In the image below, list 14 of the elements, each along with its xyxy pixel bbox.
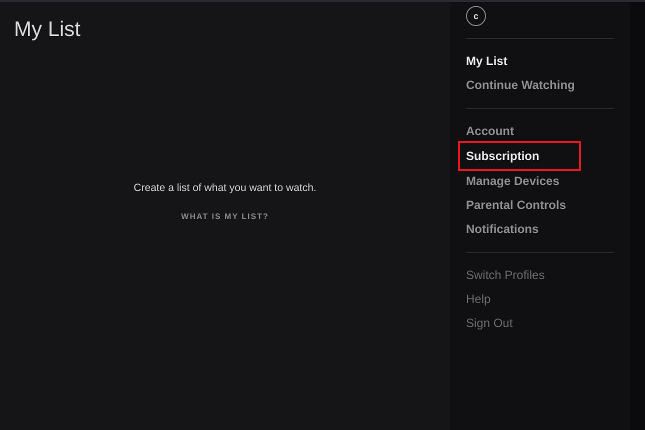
menu-item[interactable]: Manage Devices	[464, 168, 562, 194]
what-is-my-list-link[interactable]: WHAT IS MY LIST?	[181, 212, 269, 221]
menu-item[interactable]: Subscription	[460, 142, 580, 169]
menu-item[interactable]: Continue Watching	[464, 73, 577, 98]
menu-item[interactable]: Parental Controls	[464, 193, 568, 218]
empty-state-message: Create a list of what you want to watch.	[134, 182, 316, 194]
page-title: My List	[14, 18, 81, 42]
menu-item[interactable]: Help	[464, 287, 493, 312]
menu-item[interactable]: Switch Profiles	[464, 262, 547, 288]
profile-avatar[interactable]: c	[466, 6, 486, 26]
menu-item[interactable]: Sign Out	[464, 311, 515, 336]
menu-item[interactable]: Account	[464, 118, 516, 143]
menu-item[interactable]: My List	[464, 49, 510, 74]
menu-item[interactable]: Notifications	[464, 217, 541, 242]
